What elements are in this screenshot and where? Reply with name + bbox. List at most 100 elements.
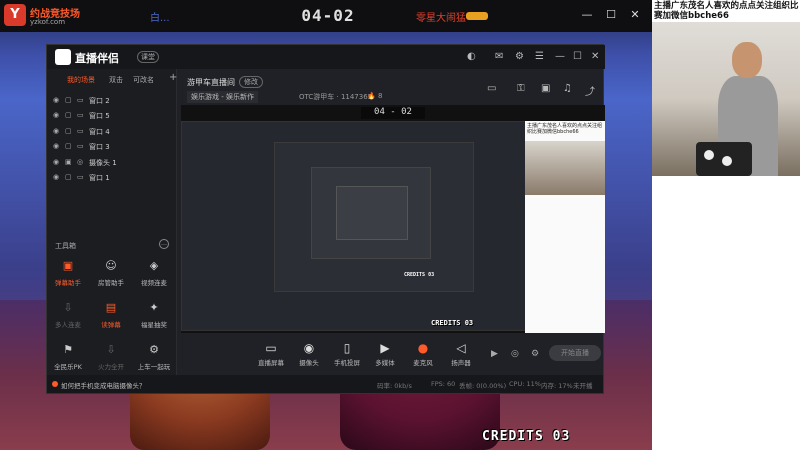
- minimize-button[interactable]: —: [580, 8, 594, 21]
- pk-icon: ⚑: [63, 343, 73, 356]
- eye-icon[interactable]: ◉: [53, 142, 59, 150]
- danmaku-icon: ▣: [62, 259, 74, 272]
- window-icon: ▭: [77, 142, 84, 151]
- scene-item[interactable]: ◉ ▢ ▭ 窗口 2: [47, 93, 177, 108]
- tool-room-admin[interactable]: ☺ 房管助手: [90, 259, 132, 293]
- tab-double-click[interactable]: 双击: [109, 75, 123, 85]
- room-edit-button[interactable]: 修改: [239, 76, 263, 88]
- tab-renamable[interactable]: 可改名: [133, 75, 154, 85]
- multimedia-button[interactable]: ▶ 多媒体: [365, 341, 405, 367]
- tool-label: 福星抽奖: [141, 321, 167, 329]
- tool-read-danmaku[interactable]: ▤ 读弹幕: [90, 301, 132, 335]
- record-icon[interactable]: ▶: [491, 349, 498, 359]
- tool-danmaku-helper[interactable]: ▣ 弹幕助手: [47, 259, 89, 293]
- tip-link[interactable]: 如何把手机变成电脑摄像头？: [52, 380, 146, 390]
- share-screen-icon[interactable]: ▭: [487, 83, 496, 94]
- app-logo-icon: [55, 49, 71, 65]
- tab-my-scenes[interactable]: 我的场景: [67, 75, 95, 85]
- phone-icon: ▯: [343, 341, 351, 355]
- arcade-stick: [696, 142, 752, 176]
- game-credits: CREDITS 03: [482, 429, 571, 444]
- share-icon[interactable]: ⤴: [585, 83, 595, 98]
- menu-icon[interactable]: ☰: [535, 51, 544, 62]
- gift-icon[interactable]: ▣: [541, 83, 550, 94]
- eye-icon[interactable]: ◉: [53, 158, 59, 166]
- eye-icon[interactable]: ◉: [53, 127, 59, 135]
- tool-label: 全民乐PK: [54, 363, 82, 371]
- play-icon: ▶: [380, 341, 390, 355]
- add-scene-button[interactable]: +: [169, 72, 177, 83]
- lock-icon[interactable]: ▢: [65, 142, 72, 150]
- scene-item[interactable]: ◉ ▢ ▭ 窗口 5: [47, 108, 177, 123]
- avatar-icon[interactable]: ◐: [467, 51, 476, 62]
- tool-label: 读弹幕: [101, 321, 121, 329]
- bell-icon[interactable]: ♫: [563, 83, 572, 94]
- lock-icon[interactable]: ▢: [65, 127, 72, 135]
- preview-credits: CREDITS 03: [431, 319, 474, 327]
- start-live-button[interactable]: 开始直播: [549, 345, 601, 361]
- app-tag[interactable]: 课堂: [137, 51, 159, 63]
- message-icon[interactable]: ✉: [495, 51, 503, 62]
- preview-cam-image: [525, 141, 605, 195]
- microphone-button[interactable]: ● 麦克风: [403, 341, 443, 367]
- lock-icon[interactable]: ▢: [65, 173, 72, 181]
- close-button[interactable]: ✕: [628, 8, 642, 21]
- tool-full-fire[interactable]: ⇩ 火力全开: [90, 343, 132, 377]
- phone-cast-button[interactable]: ▯ 手机投屏: [327, 341, 367, 367]
- stream-app-window: 直播伴侣 课堂 ◐ ✉ ⚙ ☰ — ☐ ✕ 我的场景 双击 可改名 + ◉ ▢ ▭ 窗…: [46, 44, 605, 394]
- settings-icon[interactable]: ⚙: [515, 51, 524, 62]
- monitor-icon: ▭: [265, 341, 277, 355]
- config-icon[interactable]: ⚙: [531, 349, 539, 359]
- tool-multi-link[interactable]: ⇩ 多人连麦: [47, 301, 89, 335]
- lock-icon[interactable]: ▣: [65, 158, 72, 166]
- tool-label: 视频连麦: [141, 279, 167, 287]
- scene-item[interactable]: ◉ ▢ ▭ 窗口 3: [47, 139, 177, 154]
- camera-button[interactable]: ◉ 摄像头: [289, 341, 329, 367]
- scene-item[interactable]: ◉ ▢ ▭ 窗口 1: [47, 170, 177, 185]
- stick-button: [722, 156, 732, 166]
- scene-item[interactable]: ◉ ▣ ◎ 摄像头 1: [47, 155, 177, 170]
- lock-icon[interactable]: ▢: [65, 111, 72, 119]
- view-icon[interactable]: ◎: [511, 349, 519, 359]
- eye-icon[interactable]: ◉: [53, 96, 59, 104]
- control-label: 麦克风: [413, 359, 433, 367]
- player2-badge: [466, 12, 488, 20]
- window-icon: ▭: [77, 111, 84, 120]
- app-minimize-icon[interactable]: —: [555, 51, 565, 62]
- camera-icon: ◉: [303, 341, 315, 355]
- toolbox-more-button[interactable]: …: [159, 239, 169, 249]
- room-category[interactable]: 娱乐游戏 - 娱乐新作: [187, 91, 258, 103]
- room-popularity: 🔥 8: [367, 92, 383, 100]
- lock-room-icon[interactable]: ⚿: [517, 83, 525, 94]
- preview-score: 04 - 02: [361, 107, 425, 119]
- tool-video-link[interactable]: ◈ 视频连麦: [133, 259, 175, 293]
- tool-play-together[interactable]: ⚙ 上车一起玩: [133, 343, 175, 377]
- scene-label: 窗口 3: [89, 143, 110, 152]
- maximize-button[interactable]: ☐: [604, 8, 618, 21]
- tool-label: 上车一起玩: [137, 363, 171, 371]
- app-maximize-icon[interactable]: ☐: [573, 51, 582, 62]
- game-hud: Y 约战竞技场 yzkof.com 白... 04-02 零星大闹猛 — ☐ ✕: [0, 0, 652, 32]
- webcam-caption: 主播广东茂名人喜欢的点点关注组织比赛加微信bbche66: [654, 1, 799, 21]
- app-close-icon[interactable]: ✕: [591, 51, 599, 62]
- tool-pk[interactable]: ⚑ 全民乐PK: [47, 343, 89, 377]
- speaker-button[interactable]: ◁ 扬声器: [441, 341, 481, 367]
- tool-lucky-draw[interactable]: ✦ 福星抽奖: [133, 301, 175, 335]
- match-score: 04-02: [301, 6, 355, 25]
- control-label: 摄像头: [299, 359, 319, 367]
- scene-label: 窗口 4: [89, 127, 110, 136]
- eye-icon[interactable]: ◉: [53, 173, 59, 181]
- microphone-icon: ●: [417, 341, 429, 355]
- control-label: 直播屏幕: [258, 359, 284, 367]
- scene-label: 摄像头 1: [89, 158, 117, 167]
- video-link-icon: ◈: [149, 259, 159, 272]
- app-name: 直播伴侣: [75, 52, 119, 65]
- scene-item[interactable]: ◉ ▢ ▭ 窗口 4: [47, 124, 177, 139]
- screen-share-button[interactable]: ▭ 直播屏幕: [251, 341, 291, 367]
- scene-list: ◉ ▢ ▭ 窗口 2 ◉ ▢ ▭ 窗口 5 ◉ ▢ ▭ 窗口 4 ◉ ▢ ▭ 窗口 3 ◉ ▣ ◎ 摄像头 1…: [47, 93, 177, 185]
- left-panel: 我的场景 双击 可改名 + ◉ ▢ ▭ 窗口 2 ◉ ▢ ▭ 窗口 5 ◉ ▢ ▭ 窗口 4 ◉ ▢…: [47, 69, 177, 383]
- nested-credits: CREDITS 03: [404, 272, 435, 278]
- screen: CREDITS 03 Y 约战竞技场 yzkof.com 白... 04-02 …: [0, 0, 800, 450]
- lock-icon[interactable]: ▢: [65, 96, 72, 104]
- eye-icon[interactable]: ◉: [53, 111, 59, 119]
